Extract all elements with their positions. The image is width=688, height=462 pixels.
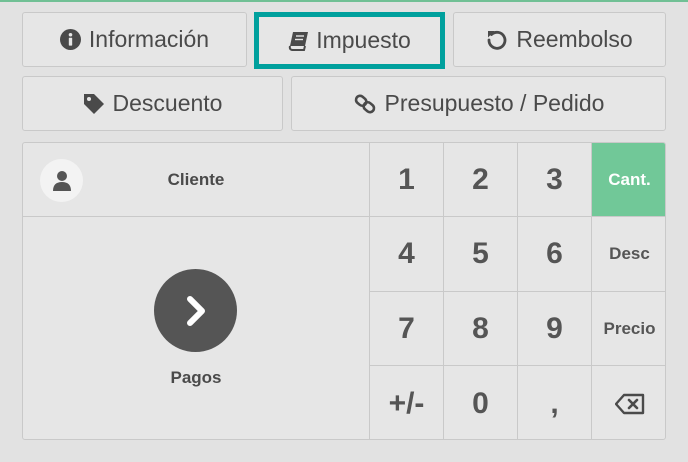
payment-circle[interactable]: [154, 269, 237, 352]
quotation-order-button[interactable]: Presupuesto / Pedido: [291, 76, 666, 131]
numpad-key-0[interactable]: 0: [444, 366, 518, 439]
discount-button[interactable]: Descuento: [22, 76, 283, 131]
link-icon: [353, 93, 377, 115]
refund-button[interactable]: Reembolso: [453, 12, 666, 67]
refund-button-label: Reembolso: [516, 26, 633, 52]
numpad-key-8[interactable]: 8: [444, 292, 518, 366]
numpad-panel: Cliente Pagos 1 2 3 Cant. 4 5 6 Desc 7 8…: [22, 142, 666, 440]
customer-button[interactable]: Cliente: [23, 143, 369, 217]
info-button-label: Información: [88, 26, 210, 52]
mode-discount-button[interactable]: Desc: [592, 217, 665, 292]
quotation-order-button-label: Presupuesto / Pedido: [384, 90, 605, 116]
payment-label: Pagos: [170, 368, 222, 387]
mode-price-button[interactable]: Precio: [592, 292, 665, 366]
tax-button-label: Impuesto: [316, 27, 411, 53]
numpad-key-decimal[interactable]: ,: [518, 366, 592, 439]
info-button[interactable]: Información: [22, 12, 247, 67]
tag-icon: [83, 93, 105, 115]
numpad-key-4[interactable]: 4: [370, 217, 444, 292]
numpad-key-2[interactable]: 2: [444, 143, 518, 217]
chevron-right-icon: [186, 295, 205, 326]
numpad-key-5[interactable]: 5: [444, 217, 518, 292]
book-icon: [288, 31, 310, 51]
numpad-key-3[interactable]: 3: [518, 143, 592, 217]
numpad-key-9[interactable]: 9: [518, 292, 592, 366]
tax-button[interactable]: Impuesto: [254, 12, 445, 69]
undo-icon: [486, 29, 508, 51]
top-accent-line: [0, 0, 688, 2]
payment-button[interactable]: Pagos: [23, 217, 369, 439]
info-circle-icon: [59, 29, 81, 50]
discount-button-label: Descuento: [112, 90, 223, 116]
backspace-icon: [614, 393, 644, 414]
backspace-button[interactable]: [592, 366, 665, 439]
numpad-grid: 1 2 3 Cant. 4 5 6 Desc 7 8 9 Precio +/- …: [369, 143, 665, 439]
customer-label: Cliente: [167, 170, 225, 189]
numpad-key-6[interactable]: 6: [518, 217, 592, 292]
numpad-key-plus-minus[interactable]: +/-: [370, 366, 444, 439]
numpad-key-1[interactable]: 1: [370, 143, 444, 217]
mode-quantity-button[interactable]: Cant.: [592, 143, 665, 217]
numpad-key-7[interactable]: 7: [370, 292, 444, 366]
